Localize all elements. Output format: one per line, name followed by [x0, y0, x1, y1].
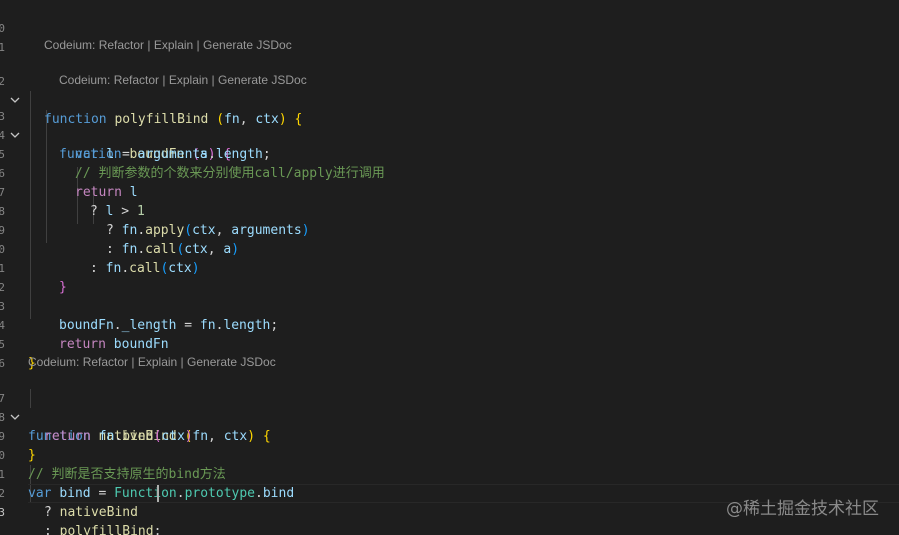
- code-line[interactable]: 2: [0, 259, 899, 294]
- codelens-explain-link[interactable]: Explain: [169, 73, 208, 87]
- codelens-separator: |: [193, 38, 204, 52]
- codelens-refactor-link[interactable]: Refactor: [99, 38, 144, 52]
- code-line[interactable]: 7 function nativeBind (fn, ctx) {: [0, 370, 899, 444]
- code-line[interactable]: 4 var l = arguments.length;: [0, 107, 899, 162]
- code-line[interactable]: 9 : fn.call(ctx, a): [0, 202, 899, 257]
- code-line[interactable]: 0 // 判断是否支持原生的bind方法: [0, 427, 899, 482]
- codelens-explain-link[interactable]: Explain: [154, 38, 193, 52]
- codelens-boundfn: Codeium: Refactor | Explain | Generate J…: [59, 72, 307, 89]
- code-line[interactable]: 4 return boundFn: [0, 297, 899, 352]
- code-line[interactable]: 5 }: [0, 316, 899, 371]
- codelens-separator: |: [208, 73, 219, 87]
- codelens-separator: |: [144, 38, 154, 52]
- line-number: 3: [0, 506, 5, 519]
- codelens-polyfillbind: Codeium: Refactor | Explain | Generate J…: [44, 37, 292, 54]
- codelens-jsdoc-link[interactable]: Generate JSDoc: [218, 73, 307, 87]
- code-line[interactable]: 0 : fn.call(ctx): [0, 221, 899, 276]
- code-editor[interactable]: 0 1 Codeium: Refactor | Explain | Genera…: [0, 0, 899, 535]
- code-line[interactable]: 1 var bind = Function.prototype.bind: [0, 446, 899, 501]
- code-line[interactable]: 8 ? fn.apply(ctx, arguments): [0, 183, 899, 238]
- text-cursor: [157, 485, 159, 502]
- code-text: ? nativeBind: [44, 505, 138, 520]
- codelens-prefix: Codeium:: [59, 73, 114, 87]
- code-line[interactable]: 6: [0, 335, 899, 370]
- codelens-jsdoc-link[interactable]: Generate JSDoc: [203, 38, 292, 52]
- watermark: @稀土掘金技术社区: [726, 499, 879, 519]
- code-line[interactable]: 3 boundFn._length = fn.length;: [0, 278, 899, 333]
- codelens-refactor-link[interactable]: Refactor: [114, 73, 159, 87]
- code-line[interactable]: 3 function boundFn (a) {: [0, 88, 899, 162]
- codelens-refactor-link[interactable]: Refactor: [83, 355, 128, 369]
- code-line[interactable]: 2 ? nativeBind: [0, 465, 899, 520]
- code-line[interactable]: 1 }: [0, 240, 899, 295]
- code-line[interactable]: 9 }: [0, 408, 899, 463]
- code-text: : polyfillBind;: [44, 524, 162, 535]
- code-line[interactable]: 8 return fn.bind(ctx): [0, 389, 899, 444]
- code-line[interactable]: 2 function polyfillBind (fn, ctx) {: [0, 53, 899, 127]
- codelens-jsdoc-link[interactable]: Generate JSDoc: [187, 355, 276, 369]
- code-line[interactable]: 0: [0, 0, 899, 35]
- code-line[interactable]: 1: [0, 19, 899, 54]
- codelens-separator: |: [177, 355, 188, 369]
- codelens-separator: |: [128, 355, 138, 369]
- codelens-explain-link[interactable]: Explain: [138, 355, 177, 369]
- codelens-nativebind: Codeium: Refactor | Explain | Generate J…: [28, 354, 276, 371]
- codelens-separator: |: [159, 73, 169, 87]
- code-line[interactable]: 5 // 判断参数的个数来分别使用call/apply进行调用: [0, 126, 899, 181]
- codelens-prefix: Codeium:: [44, 38, 99, 52]
- code-line[interactable]: 7 ? l > 1: [0, 164, 899, 219]
- code-line[interactable]: 6 return l: [0, 145, 899, 200]
- codelens-prefix: Codeium:: [28, 355, 83, 369]
